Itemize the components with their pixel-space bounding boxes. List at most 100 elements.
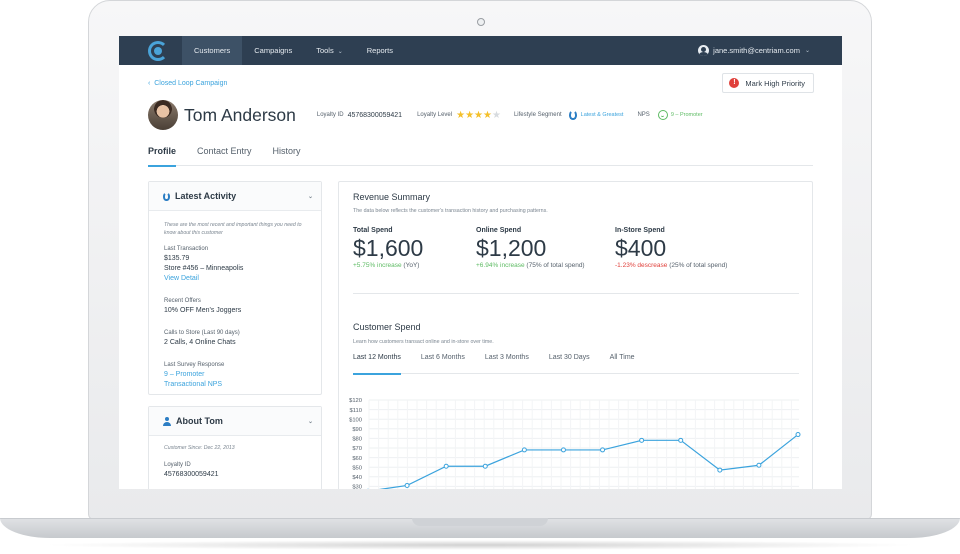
survey-type-link[interactable]: Transactional NPS (164, 380, 306, 390)
y-tick-label: $120 (349, 398, 362, 404)
customer-avatar (148, 100, 178, 130)
logo-icon[interactable] (148, 40, 168, 61)
data-point[interactable] (678, 437, 684, 443)
laptop-base (0, 512, 960, 554)
y-tick-label: $30 (352, 485, 362, 489)
kpi-in-store-spend: In-Store Spend $400 -1.23% descrease (25… (615, 227, 727, 269)
avatar-icon (698, 45, 710, 56)
card-title: About Tom (176, 416, 223, 426)
range-last-30-days[interactable]: Last 30 Days (549, 354, 590, 374)
view-detail-link[interactable]: View Detail (164, 274, 306, 284)
revenue-subtitle: The data below reflects the customer's t… (353, 208, 548, 214)
about-header[interactable]: About Tom ⌄ (149, 407, 321, 436)
last-transaction-amount: $135.79 (164, 255, 190, 262)
nav-item-tools[interactable]: Tools ⌄ (304, 36, 355, 65)
nav-item-reports[interactable]: Reports (355, 36, 405, 65)
star-icon: ★ (465, 109, 475, 121)
loyalty-id-value: 45768300059421 (347, 111, 403, 119)
y-tick-label: $100 (349, 417, 362, 423)
latest-activity-body: These are the most recent and important … (149, 211, 321, 401)
camera-icon (477, 18, 485, 26)
range-last-6-months[interactable]: Last 6 Months (421, 354, 465, 374)
nav-item-customers[interactable]: Customers (182, 36, 243, 65)
kpi-label: Online Spend (476, 227, 522, 234)
latest-activity-header[interactable]: Latest Activity ⌄ (149, 182, 321, 211)
nav-item-label: Campaigns (254, 46, 293, 55)
kpi-delta: +5.75% increase (353, 262, 402, 269)
kpi-label: Total Spend (353, 227, 393, 234)
lifestyle-segment-label: Lifestyle Segment (513, 112, 562, 118)
loyalty-id-label: Loyalty ID (316, 112, 344, 118)
recent-offers-label: Recent Offers (164, 298, 201, 304)
data-point[interactable] (443, 463, 449, 469)
customer-spend-title: Customer Spend (353, 322, 421, 332)
lifestyle-segment-value[interactable]: Latest & Greatest (581, 112, 624, 118)
kpi-note: (YoY) (403, 262, 420, 269)
user-menu[interactable]: jane.smith@centriam.com ⌄ (698, 36, 810, 65)
kpi-label: In-Store Spend (615, 227, 665, 234)
kpi-delta: -1.23% descrease (615, 262, 668, 269)
star-icon: ★ (474, 109, 484, 121)
time-range-tabs: Last 12 Months Last 6 Months Last 3 Mont… (353, 354, 799, 375)
customer-since: Customer Since: Dec 22, 2013 (164, 445, 235, 451)
survey-value-link[interactable]: 9 – Promoter (164, 370, 306, 380)
y-tick-label: $50 (352, 465, 362, 471)
calls-label: Calls to Store (Last 90 days) (164, 330, 240, 336)
nav-item-label: Customers (194, 46, 231, 55)
divider (353, 293, 799, 294)
survey-label: Last Survey Response (164, 362, 225, 368)
data-point[interactable] (482, 463, 488, 469)
nps-label: NPS (637, 112, 650, 118)
nav-item-label: Tools (316, 46, 334, 55)
kpi-online-spend: Online Spend $1,200 +6.94% increase (75%… (476, 227, 585, 269)
data-point[interactable] (639, 437, 645, 443)
calls-value: 2 Calls, 4 Online Chats (164, 339, 236, 346)
kpi-value: $400 (615, 235, 667, 261)
data-point[interactable] (795, 432, 801, 438)
tab-history[interactable]: History (273, 146, 301, 166)
nav-item-campaigns[interactable]: Campaigns (242, 36, 304, 65)
person-icon (163, 416, 171, 426)
range-last-12-months[interactable]: Last 12 Months (353, 354, 401, 375)
tab-profile[interactable]: Profile (148, 146, 177, 167)
revenue-title: Revenue Summary (353, 192, 431, 202)
y-tick-label: $90 (352, 427, 362, 433)
card-title: Latest Activity (175, 191, 237, 201)
top-nav: Customers Campaigns Tools ⌄ Reports jane.… (119, 36, 842, 65)
mark-high-priority-button[interactable]: ! Mark High Priority (722, 73, 814, 93)
data-point[interactable] (717, 467, 723, 473)
data-point[interactable] (560, 447, 566, 453)
latest-activity-card: Latest Activity ⌄ These are the most rec… (148, 181, 322, 395)
chevron-down-icon: ⌄ (307, 418, 313, 425)
y-tick-label: $110 (350, 408, 362, 414)
loyalty-level-label: Loyalty Level (417, 112, 453, 118)
breadcrumb[interactable]: ‹ Closed Loop Campaign (148, 80, 227, 87)
about-card: About Tom ⌄ Customer Since: Dec 22, 2013… (148, 406, 322, 489)
star-icon: ★ (483, 109, 492, 121)
data-point[interactable] (404, 482, 410, 488)
nav-item-label: Reports (366, 46, 394, 55)
y-tick-label: $40 (352, 475, 362, 481)
user-email: jane.smith@centriam.com (713, 46, 800, 55)
star-icon: ★ (456, 109, 466, 121)
kpi-total-spend: Total Spend $1,600 +5.75% increase (YoY) (353, 227, 423, 269)
customer-spend-subtitle: Learn how customers transact online and … (353, 339, 494, 345)
data-point[interactable] (600, 447, 606, 453)
range-last-3-months[interactable]: Last 3 Months (485, 354, 529, 374)
chevron-down-icon: ⌄ (804, 48, 810, 54)
chevron-left-icon: ‹ (148, 80, 151, 87)
kpi-note: (75% of total spend) (526, 262, 585, 269)
y-tick-label: $80 (352, 437, 362, 443)
y-tick-label: $70 (352, 446, 362, 452)
tab-contact-entry[interactable]: Contact Entry (197, 146, 252, 166)
flame-icon (568, 110, 577, 120)
star-icon: ★ (491, 109, 501, 121)
nps-value: 9 – Promoter (670, 112, 703, 118)
profile-tabs: Profile Contact Entry History (148, 146, 813, 167)
customer-name: Tom Anderson (184, 104, 296, 125)
customer-spend-chart: $120 $110 $100 $90 $80 $70 $60 $50 $40 $30 (349, 398, 801, 489)
data-point[interactable] (756, 462, 762, 468)
range-all-time[interactable]: All Time (610, 354, 635, 374)
about-loyalty-id-label: Loyalty ID (164, 461, 191, 468)
data-point[interactable] (521, 447, 527, 453)
